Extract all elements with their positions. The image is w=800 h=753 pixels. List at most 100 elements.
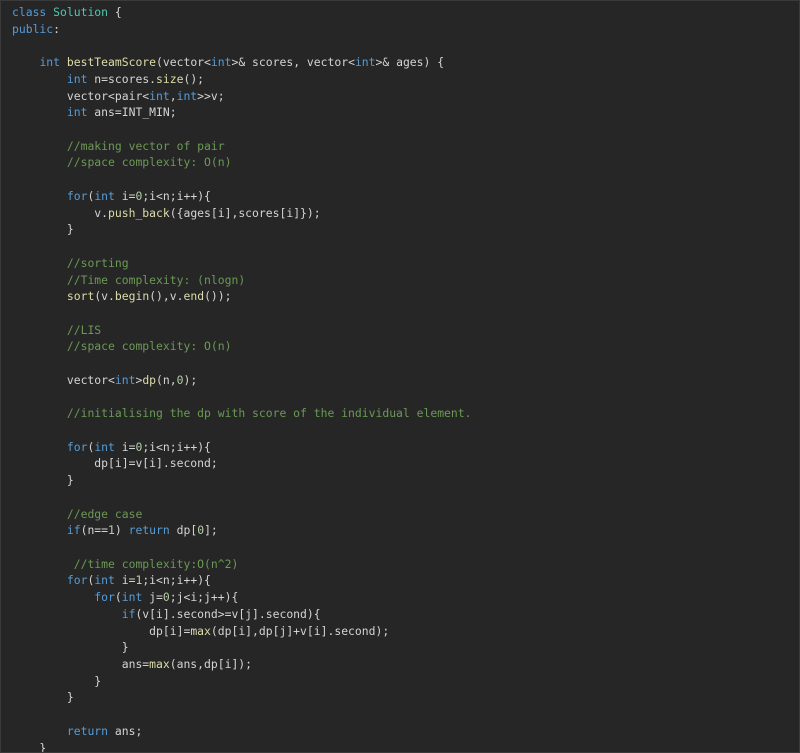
code-token: }: [12, 690, 74, 705]
code-token: dp[i]=: [12, 623, 191, 638]
code-line: }: [12, 472, 471, 489]
code-token: vector<pair<: [12, 88, 150, 103]
code-token: ans;: [108, 723, 143, 738]
code-token: for: [94, 590, 115, 605]
code-token: ;i<n;i++){: [142, 573, 211, 588]
code-line: sort(v.begin(),v.end());: [12, 288, 471, 305]
code-editor[interactable]: class Solution {public: int bestTeamScor…: [0, 0, 800, 753]
code-token: max: [149, 657, 170, 672]
code-line: }: [12, 740, 471, 752]
code-token: i=: [114, 573, 136, 588]
code-token: int: [149, 88, 170, 103]
code-token: max: [190, 623, 211, 638]
code-token: //space complexity: O(n): [66, 155, 232, 170]
code-line: if(v[i].second>=v[j].second){: [12, 606, 471, 623]
code-token: int: [94, 188, 115, 203]
code-line: int n=scores.size();: [12, 71, 471, 88]
code-line: v.push_back({ages[i],scores[i]});: [12, 205, 471, 222]
code-line: //LIS: [12, 322, 471, 339]
code-token: }: [12, 473, 74, 488]
code-token: ];: [204, 523, 218, 538]
code-token: 0: [162, 590, 170, 605]
code-token: int: [39, 55, 61, 70]
code-token: (n==: [80, 523, 109, 538]
code-line: dp[i]=max(dp[i],dp[j]+v[i].second);: [12, 623, 471, 640]
code-token: i=: [114, 188, 136, 203]
code-token: if: [121, 606, 136, 621]
code-token: begin: [114, 289, 150, 304]
code-token: Solution: [53, 5, 109, 19]
code-token: >>v;: [197, 88, 225, 103]
code-token: ;i<n;i++){: [142, 439, 211, 454]
code-line: //Time complexity: (nlogn): [12, 272, 471, 289]
code-token: //making vector of pair: [66, 138, 225, 153]
code-line: public:: [12, 21, 471, 38]
code-token: ({ages[i],scores[i]});: [169, 205, 321, 220]
code-token: int: [176, 88, 198, 103]
code-token: j=: [142, 590, 163, 605]
code-token: ans=INT_MIN;: [87, 105, 177, 120]
code-line: ans=max(ans,dp[i]);: [12, 656, 471, 673]
code-line: class Solution {: [12, 4, 471, 21]
code-token: //time complexity:O(n^2): [73, 556, 239, 571]
code-token: //LIS: [66, 322, 102, 337]
code-token: int: [354, 55, 376, 70]
code-token: ): [114, 523, 129, 538]
code-token: int: [121, 590, 143, 605]
code-line: int bestTeamScore(vector<int>& scores, v…: [12, 54, 471, 71]
code-line: //sorting: [12, 255, 471, 272]
code-token: int: [66, 105, 88, 120]
code-token: (),v.: [149, 289, 184, 304]
code-token: }: [12, 222, 74, 237]
code-token: //space complexity: O(n): [66, 339, 232, 354]
code-token: ;i<n;i++){: [142, 188, 211, 203]
code-token: ;j<i;j++){: [169, 590, 239, 605]
code-token: (vector<: [156, 55, 211, 70]
code-line: }: [12, 673, 471, 690]
code-token: int: [210, 55, 232, 70]
code-token: size: [156, 71, 184, 86]
code-block[interactable]: class Solution {public: int bestTeamScor…: [12, 4, 471, 752]
code-token: bestTeamScore: [66, 55, 157, 70]
code-token: {: [108, 5, 122, 19]
code-token: ();: [183, 71, 205, 86]
code-line: for(int i=0;i<n;i++){: [12, 439, 471, 456]
code-token: (: [114, 590, 122, 605]
code-token: }: [12, 640, 129, 655]
code-line: vector<int>dp(n,0);: [12, 372, 471, 389]
code-line: }: [12, 221, 471, 238]
code-token: >& scores, vector<: [231, 55, 355, 70]
code-line: for(int j=0;j<i;j++){: [12, 589, 471, 606]
code-line: if(n==1) return dp[0];: [12, 522, 471, 539]
code-token: return: [128, 523, 170, 538]
code-token: int: [94, 573, 115, 588]
code-token: if: [66, 523, 81, 538]
code-token: (ans,dp[i]);: [169, 657, 253, 672]
code-token: n=scores.: [87, 71, 157, 86]
code-token: ans=: [12, 657, 150, 672]
code-line: dp[i]=v[i].second;: [12, 455, 471, 472]
code-line: for(int i=1;i<n;i++){: [12, 572, 471, 589]
code-token: //edge case: [66, 506, 143, 521]
code-token: int: [66, 71, 88, 86]
code-token: vector<: [12, 372, 115, 387]
